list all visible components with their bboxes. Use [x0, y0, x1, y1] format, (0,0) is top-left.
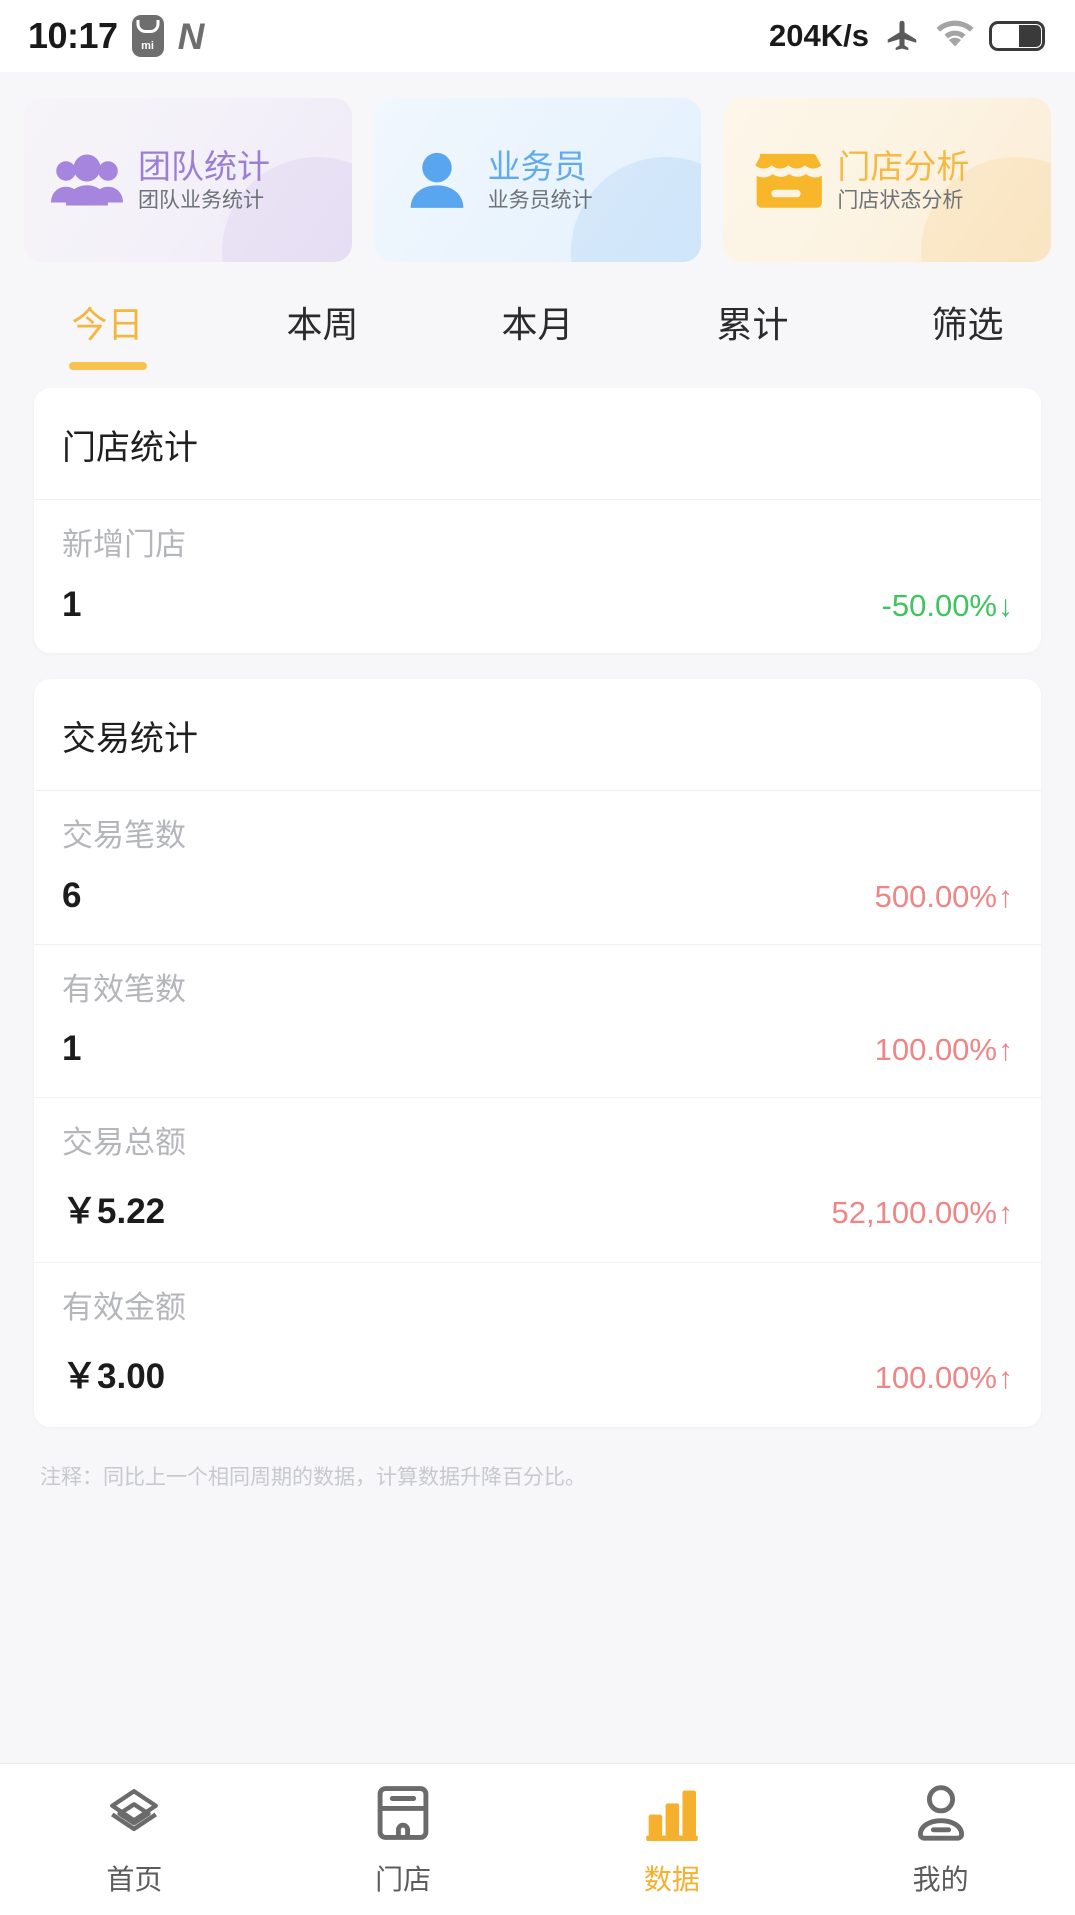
card-title: 门店分析: [837, 147, 970, 185]
stat-line: ￥5.22 52,100.00% ↑: [62, 1183, 1013, 1234]
stat-value: 1: [62, 584, 82, 624]
stat-row[interactable]: 新增门店 1 -50.00% ↓: [34, 500, 1041, 653]
storefront-icon: [749, 149, 823, 211]
card-salesperson-text: 业务员 业务员统计: [488, 147, 593, 214]
battery-icon: [989, 21, 1045, 51]
status-time: 10:17: [28, 15, 118, 56]
mi-icon-label: mi: [141, 40, 154, 52]
stat-delta: 100.00% ↑: [875, 1032, 1013, 1068]
arrow-up-icon: ↑: [998, 880, 1013, 914]
tab-active-underline: [499, 362, 577, 370]
tab-label: 本月: [501, 304, 574, 345]
stat-delta-value: 100.00%: [874, 1032, 997, 1068]
tab-active-underline: [929, 362, 1007, 370]
page-content: 团队统计 团队业务统计 业务员 业务员统计 门店分析 门店状态分析 今日 本周 …: [0, 72, 1075, 1763]
stat-label: 有效笔数: [62, 971, 186, 1007]
panel-store-statistics: 门店统计 新增门店 1 -50.00% ↓: [34, 388, 1041, 653]
cards-stack-icon: [104, 1782, 164, 1844]
card-store-text: 门店分析 门店状态分析: [837, 147, 969, 214]
card-team-text: 团队统计 团队业务统计: [138, 147, 270, 214]
status-bar-right: 204K/s: [769, 15, 1045, 58]
arrow-up-icon: ↑: [998, 1361, 1013, 1395]
stat-row[interactable]: 有效金额 ￥3.00 100.00% ↑: [34, 1263, 1041, 1427]
panel-title: 交易统计: [34, 679, 1041, 791]
tab-active-underline: [68, 362, 147, 370]
tab-active-underline: [714, 362, 792, 370]
tab-label: 筛选: [931, 304, 1004, 345]
tab-this-week[interactable]: 本周: [215, 296, 430, 370]
stat-line: 1 100.00% ↑: [62, 1029, 1013, 1069]
bottom-navigation: 首页 门店 数据 我的: [0, 1763, 1075, 1915]
stat-line: 1 -50.00% ↓: [62, 585, 1013, 625]
panel-transaction-statistics: 交易统计 交易笔数 6 500.00% ↑ 有效笔数 1 100.00% ↑ 交…: [34, 678, 1041, 1427]
nav-item-home[interactable]: 首页: [0, 1782, 269, 1898]
stat-delta-value: 52,100.00%: [831, 1195, 997, 1230]
nav-label: 数据: [643, 1863, 700, 1895]
tab-label: 今日: [71, 304, 144, 345]
n-icon: N: [177, 15, 205, 57]
stat-line: 6 500.00% ↑: [62, 876, 1013, 916]
arrow-up-icon: ↑: [998, 1197, 1013, 1230]
tab-label: 累计: [716, 304, 789, 345]
status-bar-left: 10:17 mi N: [28, 15, 204, 57]
period-tabs: 今日 本周 本月 累计 筛选: [0, 262, 1075, 388]
tab-label: 本周: [286, 304, 359, 345]
store-icon: [375, 1782, 431, 1844]
nav-item-stores[interactable]: 门店: [269, 1782, 538, 1898]
network-speed-label: 204K/s: [769, 18, 869, 53]
nav-label: 我的: [912, 1863, 969, 1895]
tab-filter[interactable]: 筛选: [860, 296, 1075, 370]
single-person-icon: [400, 149, 474, 211]
stat-value: 1: [62, 1029, 82, 1069]
card-store-analysis[interactable]: 门店分析 门店状态分析: [723, 98, 1052, 262]
stat-delta-value: 500.00%: [874, 878, 997, 914]
nav-label: 首页: [106, 1863, 163, 1895]
person-icon: [913, 1782, 969, 1844]
stat-delta-value: -50.00%: [881, 587, 997, 623]
stat-label: 新增门店: [62, 527, 186, 562]
stat-row[interactable]: 交易总额 ￥5.22 52,100.00% ↑: [34, 1098, 1041, 1263]
stat-row[interactable]: 有效笔数 1 100.00% ↑: [34, 945, 1041, 1099]
card-subtitle: 门店状态分析: [837, 189, 964, 213]
status-bar: 10:17 mi N 204K/s: [0, 0, 1075, 72]
stat-label: 交易总额: [62, 1125, 186, 1161]
bar-chart-icon: [643, 1782, 701, 1844]
card-salesperson[interactable]: 业务员 业务员统计: [373, 98, 702, 262]
shortcut-cards: 团队统计 团队业务统计 业务员 业务员统计 门店分析 门店状态分析: [0, 72, 1075, 262]
arrow-down-icon: ↓: [998, 589, 1013, 623]
mi-icon: mi: [131, 15, 164, 57]
stat-value: ￥5.22: [62, 1192, 166, 1231]
stat-delta: 100.00% ↑: [875, 1360, 1013, 1396]
stat-label: 有效金额: [62, 1290, 186, 1325]
stat-value: 6: [62, 875, 82, 915]
group-people-icon: [50, 149, 124, 211]
tab-active-underline: [284, 362, 362, 370]
app-screen: 10:17 mi N 204K/s 团队统计 团队业务统计 业务员 业务员统计 …: [0, 0, 1075, 1915]
card-title: 业务员: [487, 147, 587, 185]
card-subtitle: 业务员统计: [487, 189, 593, 213]
nav-item-data[interactable]: 数据: [538, 1782, 807, 1898]
panel-title: 门店统计: [34, 388, 1041, 500]
card-team-statistics[interactable]: 团队统计 团队业务统计: [24, 98, 352, 262]
airplane-icon: [883, 15, 921, 58]
statistics-panels: 门店统计 新增门店 1 -50.00% ↓ 交易统计 交易笔数 6 500.00…: [0, 388, 1075, 1763]
footnote: 注释：同比上一个相同周期的数据，计算数据升降百分比。: [40, 1465, 586, 1489]
tab-today[interactable]: 今日: [0, 296, 215, 370]
stat-delta: -50.00% ↓: [882, 588, 1013, 624]
stat-row[interactable]: 交易笔数 6 500.00% ↑: [34, 791, 1041, 945]
stat-value: ￥3.00: [62, 1356, 166, 1396]
stat-line: ￥3.00 100.00% ↑: [62, 1348, 1013, 1399]
wifi-icon: [935, 17, 975, 56]
stat-delta: 52,100.00% ↑: [832, 1195, 1013, 1231]
stat-delta-value: 100.00%: [874, 1359, 997, 1395]
nav-label: 门店: [375, 1863, 432, 1895]
card-subtitle: 团队业务统计: [138, 189, 264, 213]
stat-delta: 500.00% ↑: [875, 879, 1013, 915]
arrow-up-icon: ↑: [998, 1034, 1013, 1068]
tab-this-month[interactable]: 本月: [430, 296, 645, 370]
stat-label: 交易笔数: [62, 817, 186, 853]
tab-cumulative[interactable]: 累计: [645, 296, 860, 370]
nav-item-profile[interactable]: 我的: [806, 1782, 1075, 1898]
card-title: 团队统计: [138, 147, 270, 185]
